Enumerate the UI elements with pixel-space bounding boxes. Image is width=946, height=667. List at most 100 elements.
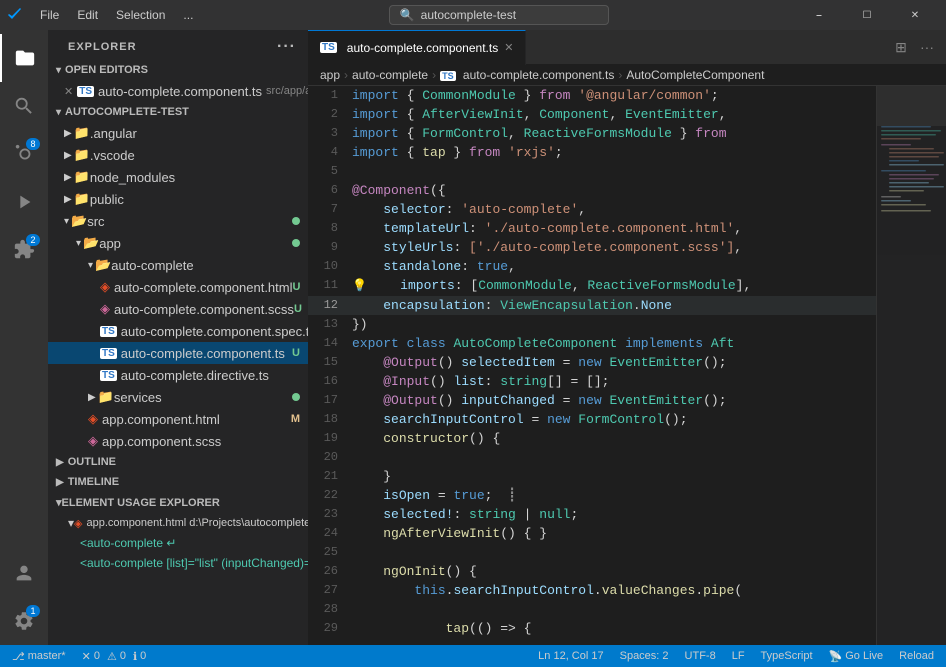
tab-bar: TS auto-complete.component.ts ✕ ⊞ ···: [308, 30, 946, 65]
account-icon[interactable]: [0, 549, 48, 597]
open-editors-label: OPEN EDITORS: [65, 64, 148, 76]
git-branch-status[interactable]: ⎇ master*: [8, 645, 70, 667]
tree-item-vscode[interactable]: ▶ 📁 .vscode: [48, 144, 308, 166]
code-line-3: 3 import { FormControl, ReactiveFormsMod…: [308, 124, 876, 143]
outline-section[interactable]: ▶ OUTLINE: [48, 452, 308, 472]
tree-item-angular[interactable]: ▶ 📁 .angular: [48, 122, 308, 144]
errors-status[interactable]: ✕ 0 ⚠ 0 ℹ 0: [78, 645, 151, 667]
code-line-1: 1 import { CommonModule } from '@angular…: [308, 86, 876, 105]
line-endings-status[interactable]: LF: [728, 645, 749, 667]
sidebar-title: EXPLORER: [68, 41, 137, 53]
tab-actions: ⊞ ···: [882, 36, 946, 58]
timeline-section[interactable]: ▶ TIMELINE: [48, 472, 308, 492]
element-usage-label: ELEMENT USAGE EXPLORER: [62, 497, 220, 509]
code-line-21: 21 }: [308, 467, 876, 486]
explorer-icon[interactable]: [0, 34, 48, 82]
tree-item-component-ts[interactable]: TS auto-complete.component.ts U: [48, 342, 308, 364]
code-line-26: 26 ngOnInit() {: [308, 562, 876, 581]
code-container: 1 import { CommonModule } from '@angular…: [308, 86, 946, 645]
spaces-status[interactable]: Spaces: 2: [616, 645, 673, 667]
open-editors-section[interactable]: ▾ OPEN EDITORS: [48, 60, 308, 80]
tree-item-services[interactable]: ▶ 📁 services: [48, 386, 308, 408]
source-control-badge: 8: [26, 138, 40, 150]
close-button[interactable]: ✕: [892, 0, 938, 30]
search-icon: 🔍: [400, 8, 415, 22]
maximize-button[interactable]: ☐: [844, 0, 890, 30]
settings-icon[interactable]: 1: [0, 597, 48, 645]
title-bar: File Edit Selection ... 🔍 autocomplete-t…: [0, 0, 946, 30]
menu-selection[interactable]: Selection: [108, 6, 173, 24]
reload-button[interactable]: Reload: [895, 645, 938, 667]
tab-auto-complete-ts[interactable]: TS auto-complete.component.ts ✕: [308, 30, 526, 65]
menu-edit[interactable]: Edit: [69, 6, 106, 24]
open-editors-arrow: ▾: [56, 65, 61, 76]
sidebar-menu-button[interactable]: ···: [277, 38, 296, 56]
tree-item-scss[interactable]: ◈ auto-complete.component.scss U: [48, 298, 308, 320]
breadcrumb-file[interactable]: TS auto-complete.component.ts: [440, 68, 614, 82]
app-html-icon: ◈: [88, 411, 98, 427]
tree-item-src[interactable]: ▾ 📂 src: [48, 210, 308, 232]
code-editor[interactable]: 1 import { CommonModule } from '@angular…: [308, 86, 876, 645]
search-input[interactable]: 🔍 autocomplete-test: [389, 5, 609, 25]
language-label: TypeScript: [761, 650, 813, 662]
sidebar-header: EXPLORER ···: [48, 30, 308, 60]
eu-app-component[interactable]: ▾ ◈ app.component.html d:\Projects\autoc…: [48, 513, 308, 533]
line-endings-label: LF: [732, 650, 745, 662]
tab-close-icon[interactable]: ✕: [504, 41, 513, 54]
services-badge: [292, 393, 300, 401]
folder-auto-complete-icon: 📂: [95, 257, 111, 273]
close-editor-icon[interactable]: ✕: [64, 85, 73, 98]
tree-item-spec[interactable]: TS auto-complete.component.spec.ts U: [48, 320, 308, 342]
eu-auto-complete-tag2[interactable]: <auto-complete [list]="list" (inputChang…: [48, 553, 308, 573]
source-control-icon[interactable]: 8: [0, 130, 48, 178]
breadcrumb-class[interactable]: AutoCompleteComponent: [626, 68, 764, 82]
tree-item-auto-complete-folder[interactable]: ▾ 📂 auto-complete: [48, 254, 308, 276]
breadcrumb-auto-complete[interactable]: auto-complete: [352, 68, 428, 82]
go-live-button[interactable]: 📡 Go Live: [825, 645, 888, 667]
code-line-15: 15 @Output() selectedItem = new EventEmi…: [308, 353, 876, 372]
git-branch-label: master*: [28, 650, 66, 662]
cursor-position-status[interactable]: Ln 12, Col 17: [534, 645, 607, 667]
tree-item-public[interactable]: ▶ 📁 public: [48, 188, 308, 210]
warnings-count: 0: [120, 650, 126, 662]
encoding-label: UTF-8: [685, 650, 716, 662]
tree-item-app[interactable]: ▾ 📂 app: [48, 232, 308, 254]
tree-item-html[interactable]: ◈ auto-complete.component.html U: [48, 276, 308, 298]
encoding-status[interactable]: UTF-8: [681, 645, 720, 667]
language-status[interactable]: TypeScript: [757, 645, 817, 667]
element-usage-section[interactable]: ▾ ELEMENT USAGE EXPLORER: [48, 492, 308, 513]
tree-item-app-html[interactable]: ◈ app.component.html M: [48, 408, 308, 430]
code-line-25: 25: [308, 543, 876, 562]
info-count: 0: [140, 650, 146, 662]
code-line-5: 5: [308, 162, 876, 181]
menu-more[interactable]: ...: [175, 6, 201, 24]
tree-item-directive[interactable]: TS auto-complete.directive.ts: [48, 364, 308, 386]
search-icon[interactable]: [0, 82, 48, 130]
warning-icon: ⚠: [107, 650, 117, 663]
project-section[interactable]: ▾ AUTOCOMPLETE-TEST: [48, 102, 308, 122]
tree-item-app-scss[interactable]: ◈ app.component.scss: [48, 430, 308, 452]
timeline-label: TIMELINE: [68, 476, 119, 488]
breadcrumb-app[interactable]: app: [320, 68, 340, 82]
menu-bar: File Edit Selection ...: [32, 6, 201, 24]
go-live-icon: 📡: [829, 650, 843, 663]
code-line-7: 7 selector: 'auto-complete',: [308, 200, 876, 219]
eu-auto-complete-tag1[interactable]: <auto-complete ↵: [48, 533, 308, 553]
code-line-22: 22 isOpen = true; ┋: [308, 486, 876, 505]
code-line-8: 8 templateUrl: './auto-complete.componen…: [308, 219, 876, 238]
folder-vscode-icon: 📁: [74, 147, 90, 163]
activity-bar: 8 2 1: [0, 30, 48, 645]
tree-item-node-modules[interactable]: ▶ 📁 node_modules: [48, 166, 308, 188]
code-line-11: 11 💡 imports: [CommonModule, ReactiveFor…: [308, 276, 876, 296]
extensions-icon[interactable]: 2: [0, 226, 48, 274]
code-line-27: 27 this.searchInputControl.valueChanges.…: [308, 581, 876, 600]
info-icon: ℹ: [133, 650, 137, 663]
scss-badge: U: [294, 303, 302, 315]
more-actions-button[interactable]: ···: [916, 36, 938, 58]
split-editor-button[interactable]: ⊞: [890, 36, 912, 58]
minimize-button[interactable]: ⎯: [796, 0, 842, 30]
run-icon[interactable]: [0, 178, 48, 226]
open-editor-item[interactable]: ✕ TS auto-complete.component.ts src/app/…: [48, 80, 308, 102]
menu-file[interactable]: File: [32, 6, 67, 24]
editor-area: TS auto-complete.component.ts ✕ ⊞ ··· ap…: [308, 30, 946, 645]
